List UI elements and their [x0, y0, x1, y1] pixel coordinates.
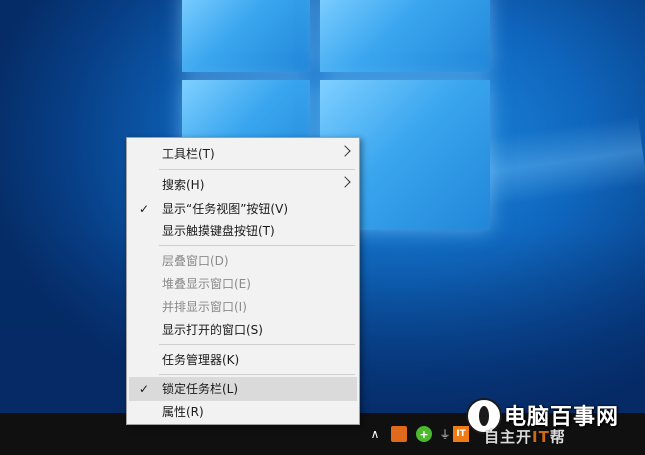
check-icon: ✓ [139, 202, 150, 216]
menu-item-label: 工具栏(T) [162, 147, 215, 161]
menu-item-label: 显示触摸键盘按钮(T) [162, 224, 275, 238]
add-circle-icon[interactable]: + [416, 426, 432, 442]
menu-item-show-open-windows[interactable]: 显示打开的窗口(S) [129, 318, 357, 342]
menu-separator [159, 344, 355, 345]
watermark: 电脑百事网 自主开IT帮 [466, 396, 636, 452]
taskbar-context-menu: 工具栏(T) 搜索(H) ✓ 显示“任务视图”按钮(V) 显示触摸键盘按钮(T)… [126, 137, 360, 425]
menu-item-label: 并排显示窗口(I) [162, 300, 247, 314]
menu-item-side-by-side-windows: 并排显示窗口(I) [129, 295, 357, 319]
shopping-bag-icon[interactable] [391, 426, 407, 442]
menu-item-show-task-view-button[interactable]: ✓ 显示“任务视图”按钮(V) [129, 197, 357, 221]
menu-item-label: 堆叠显示窗口(E) [162, 277, 251, 291]
menu-item-label: 显示“任务视图”按钮(V) [162, 202, 289, 216]
menu-item-label: 显示打开的窗口(S) [162, 323, 263, 337]
watermark-subtitle: 自主开IT帮 [484, 426, 566, 447]
menu-item-properties[interactable]: 属性(R) [129, 400, 357, 424]
menu-item-stack-windows: 堆叠显示窗口(E) [129, 272, 357, 296]
menu-item-label: 搜索(H) [162, 178, 205, 192]
watermark-sub-prefix: 自主 [484, 428, 517, 446]
menu-item-label: 层叠窗口(D) [162, 254, 229, 268]
chevron-right-icon [339, 176, 351, 188]
watermark-sub-suffix: 帮 [549, 428, 566, 446]
menu-item-cascade-windows: 层叠窗口(D) [129, 249, 357, 273]
menu-item-task-manager[interactable]: 任务管理器(K) [129, 348, 357, 372]
menu-item-search[interactable]: 搜索(H) [129, 173, 357, 197]
menu-item-label: 属性(R) [162, 405, 204, 419]
watermark-sub-it: IT [532, 428, 550, 446]
windows-logo-pane-top-left [182, 0, 310, 72]
usb-icon[interactable]: ⏚ [437, 426, 453, 442]
menu-separator [159, 245, 355, 246]
chevron-up-icon[interactable]: ∧ [367, 426, 383, 442]
windows-logo-pane-top-right [320, 0, 490, 72]
menu-item-label: 任务管理器(K) [162, 353, 240, 367]
menu-item-label: 锁定任务栏(L) [162, 382, 239, 396]
chevron-right-icon [339, 145, 351, 157]
watermark-sub-middle: 开 [516, 428, 533, 446]
menu-item-toolbars[interactable]: 工具栏(T) [129, 142, 357, 166]
menu-item-lock-taskbar[interactable]: ✓ 锁定任务栏(L) [129, 377, 357, 401]
menu-separator [159, 374, 355, 375]
check-icon: ✓ [139, 382, 150, 396]
desktop-wallpaper: ∧ + ⏚ IT 电脑百事网 自主开IT帮 工具栏(T) 搜索(H) ✓ 显示“… [0, 0, 645, 455]
menu-item-show-touch-keyboard-button[interactable]: 显示触摸键盘按钮(T) [129, 219, 357, 243]
menu-separator [159, 169, 355, 170]
